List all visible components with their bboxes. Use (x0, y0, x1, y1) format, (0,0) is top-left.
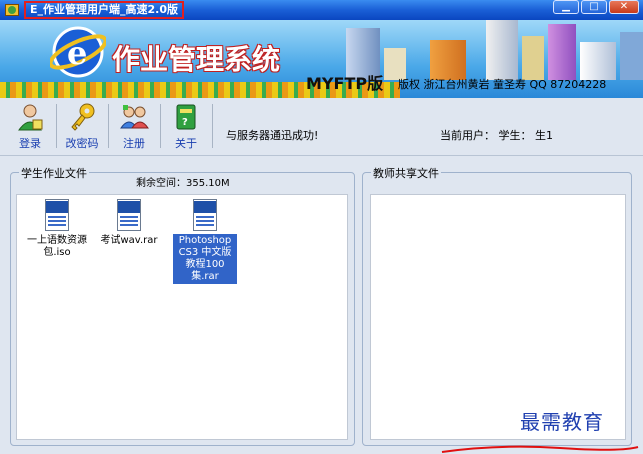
register-label: 注册 (123, 137, 145, 150)
window-title: E_作业管理用户端_高速2.0版 (24, 1, 184, 19)
file-item[interactable]: 考试wav.rar (97, 199, 161, 248)
file-name: 一上语数资源包.iso (27, 235, 87, 258)
toolbar-divider (212, 104, 213, 148)
about-button[interactable]: ? 关于 (162, 102, 210, 152)
file-name: Photoshop CS3 中文版教程100集.rar (173, 234, 237, 284)
building-graphic (548, 24, 576, 80)
change-password-label: 改密码 (65, 137, 99, 150)
banner-version-label: MYFTP版 (306, 74, 384, 93)
teacher-file-list[interactable] (370, 194, 626, 440)
building-graphic (522, 36, 544, 80)
file-item-selected[interactable]: Photoshop CS3 中文版教程100集.rar (173, 199, 237, 284)
minimize-button[interactable]: ▁ (553, 0, 579, 14)
maximize-button[interactable]: □ (581, 0, 607, 14)
toolbar-divider (56, 104, 57, 148)
banner-copyright: 版权 浙江台州黄岩 童圣寿 QQ 87204228 (398, 78, 607, 91)
ie-logo-icon: e (50, 26, 106, 78)
banner-app-name: 作业管理系统 (112, 43, 281, 76)
svg-text:?: ? (182, 117, 188, 128)
app-book-icon (4, 2, 20, 18)
building-graphic (430, 40, 466, 80)
register-users-icon (120, 105, 149, 129)
building-graphic (486, 20, 518, 80)
title-bar[interactable]: E_作业管理用户端_高速2.0版 ▁ □ ✕ (0, 0, 643, 20)
rar-file-icon (43, 199, 71, 231)
register-button[interactable]: 注册 (110, 102, 158, 152)
book-icon: ? (176, 104, 196, 130)
file-name: 考试wav.rar (100, 235, 158, 246)
login-label: 登录 (19, 137, 41, 150)
student-file-list[interactable]: 一上语数资源包.iso 考试wav.rar Photoshop CS3 中文版教… (16, 194, 348, 440)
login-button[interactable]: 登录 (6, 102, 54, 152)
red-annotation-scribble (441, 445, 639, 453)
close-button[interactable]: ✕ (609, 0, 639, 14)
current-user-label: 当前用户： 学生： 生1 (440, 129, 553, 142)
student-panel-title: 学生作业文件 (19, 165, 89, 181)
about-label: 关于 (175, 137, 197, 150)
connection-status: 与服务器通迅成功! (226, 129, 319, 142)
svg-text:e: e (67, 34, 87, 72)
toolbar-divider (108, 104, 109, 148)
file-item[interactable]: 一上语数资源包.iso (25, 199, 89, 260)
change-password-button[interactable]: 改密码 (58, 102, 106, 152)
toolbar-divider (160, 104, 161, 148)
remaining-space-label: 剩余空间：355.10M (136, 178, 230, 189)
banner: e 作业管理系统 MYFTP版 版权 浙江台州黄岩 童圣寿 QQ 8720422… (0, 20, 643, 98)
rar-file-icon (191, 199, 219, 231)
key-icon (71, 103, 95, 131)
building-graphic (580, 42, 616, 80)
teacher-panel-title: 教师共享文件 (371, 165, 441, 181)
rar-file-icon (115, 199, 143, 231)
login-user-icon (18, 104, 43, 131)
building-graphic (620, 32, 643, 80)
watermark-text: 最需教育 (520, 410, 604, 434)
